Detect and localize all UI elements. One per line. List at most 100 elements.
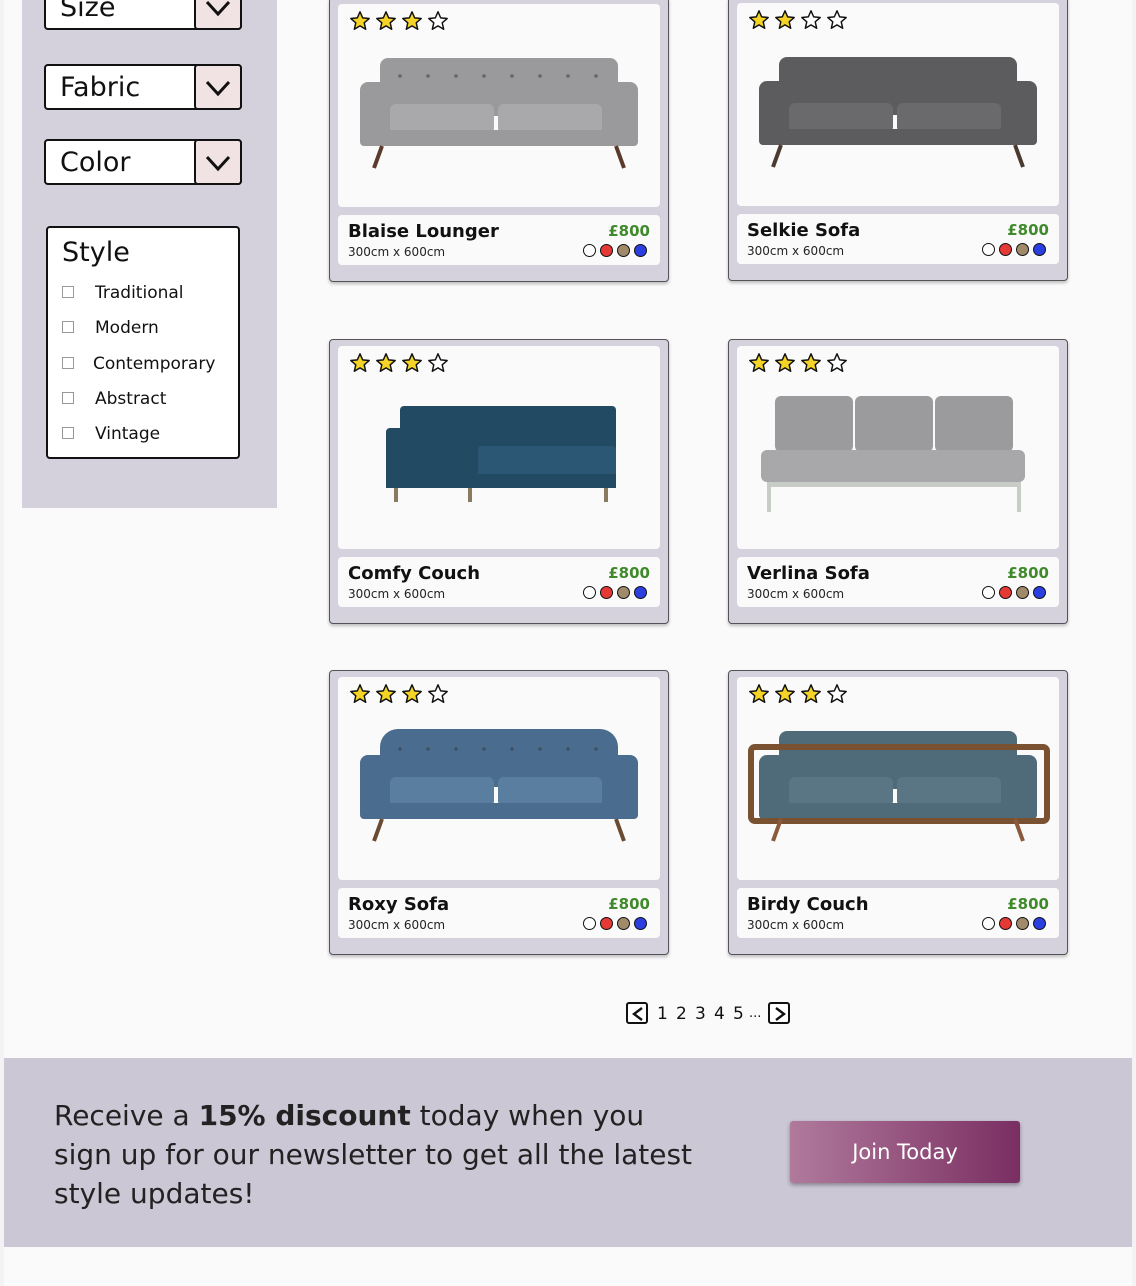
- color-swatch[interactable]: [600, 244, 613, 257]
- product-dimensions: 300cm x 600cm: [747, 918, 845, 932]
- prev-page-button[interactable]: [626, 1002, 648, 1024]
- star-filled-icon: [376, 684, 396, 703]
- product-image[interactable]: [737, 346, 1059, 549]
- product-card[interactable]: Roxy Sofa 300cm x 600cm £800: [329, 670, 669, 955]
- color-swatch[interactable]: [583, 917, 596, 930]
- color-swatches: [583, 244, 651, 258]
- color-swatch[interactable]: [1016, 586, 1029, 599]
- color-swatch[interactable]: [999, 586, 1012, 599]
- color-swatch[interactable]: [1033, 243, 1046, 256]
- product-card[interactable]: Selkie Sofa 300cm x 600cm £800: [728, 0, 1068, 281]
- color-swatch[interactable]: [1016, 243, 1029, 256]
- page-link-1[interactable]: 1: [657, 1003, 668, 1025]
- chevron-down-icon: [205, 0, 231, 17]
- product-name[interactable]: Birdy Couch: [747, 893, 869, 917]
- color-swatch[interactable]: [982, 586, 995, 599]
- product-name[interactable]: Verlina Sofa: [747, 562, 870, 586]
- page-link-3[interactable]: 3: [695, 1003, 706, 1025]
- product-image[interactable]: [338, 346, 660, 549]
- color-swatch[interactable]: [982, 243, 995, 256]
- product-name[interactable]: Roxy Sofa: [348, 893, 449, 917]
- size-dropdown-label: Size: [60, 0, 116, 23]
- product-dimensions: 300cm x 600cm: [747, 244, 845, 258]
- checkbox[interactable]: [62, 392, 74, 404]
- color-swatch[interactable]: [1033, 586, 1046, 599]
- color-swatch[interactable]: [617, 244, 630, 257]
- product-price: £800: [1007, 895, 1049, 913]
- checkbox[interactable]: [62, 427, 74, 439]
- checkbox[interactable]: [62, 286, 74, 298]
- color-swatch[interactable]: [583, 586, 596, 599]
- color-swatch[interactable]: [634, 244, 647, 257]
- star-filled-icon: [749, 684, 769, 703]
- color-dropdown[interactable]: Color: [44, 139, 242, 185]
- product-name[interactable]: Comfy Couch: [348, 562, 480, 586]
- star-filled-icon: [376, 353, 396, 372]
- color-swatch[interactable]: [999, 243, 1012, 256]
- size-dropdown[interactable]: Size: [44, 0, 242, 30]
- sofa-image: [748, 731, 1050, 842]
- product-card[interactable]: Birdy Couch 300cm x 600cm £800: [728, 670, 1068, 955]
- star-empty-icon: [428, 11, 448, 30]
- next-page-button[interactable]: [768, 1002, 790, 1024]
- color-swatch[interactable]: [617, 917, 630, 930]
- star-filled-icon: [775, 353, 795, 372]
- star-filled-icon: [402, 11, 422, 30]
- fabric-dropdown[interactable]: Fabric: [44, 64, 242, 110]
- color-swatch[interactable]: [600, 586, 613, 599]
- checkbox[interactable]: [62, 321, 74, 333]
- filter-sidebar: Size Fabric Color Style Traditional Mode…: [22, 0, 277, 508]
- star-empty-icon: [827, 10, 847, 29]
- color-swatch[interactable]: [617, 586, 630, 599]
- star-filled-icon: [402, 684, 422, 703]
- star-filled-icon: [376, 11, 396, 30]
- style-option-label: Modern: [95, 318, 159, 338]
- product-card[interactable]: Comfy Couch 300cm x 600cm £800: [329, 339, 669, 624]
- star-empty-icon: [428, 353, 448, 372]
- color-swatch[interactable]: [1033, 917, 1046, 930]
- color-swatch[interactable]: [999, 917, 1012, 930]
- color-swatch[interactable]: [982, 917, 995, 930]
- color-swatch[interactable]: [600, 917, 613, 930]
- sofa-image: [386, 406, 616, 502]
- color-swatch[interactable]: [1016, 917, 1029, 930]
- page-link-4[interactable]: 4: [714, 1003, 725, 1025]
- color-swatch[interactable]: [634, 917, 647, 930]
- product-info: Verlina Sofa 300cm x 600cm £800: [737, 557, 1059, 607]
- star-filled-icon: [801, 353, 821, 372]
- size-dropdown-toggle[interactable]: [194, 0, 242, 30]
- star-filled-icon: [775, 10, 795, 29]
- style-option-label: Contemporary: [93, 354, 216, 374]
- product-dimensions: 300cm x 600cm: [747, 587, 845, 601]
- checkbox[interactable]: [62, 357, 74, 369]
- join-today-button[interactable]: Join Today: [790, 1121, 1020, 1183]
- color-dropdown-label: Color: [60, 147, 131, 178]
- star-filled-icon: [749, 353, 769, 372]
- page-link-2[interactable]: 2: [676, 1003, 687, 1025]
- page-ellipsis: ...: [749, 1006, 762, 1021]
- product-dimensions: 300cm x 600cm: [348, 918, 446, 932]
- product-name[interactable]: Blaise Lounger: [348, 220, 499, 244]
- color-dropdown-toggle[interactable]: [194, 139, 242, 185]
- product-price: £800: [608, 564, 650, 582]
- product-image[interactable]: [338, 677, 660, 880]
- product-name[interactable]: Selkie Sofa: [747, 219, 860, 243]
- product-info: Blaise Lounger 300cm x 600cm £800: [338, 215, 660, 265]
- sofa-image: [360, 729, 638, 842]
- color-swatch[interactable]: [634, 586, 647, 599]
- color-swatch[interactable]: [583, 244, 596, 257]
- product-image[interactable]: [737, 677, 1059, 880]
- newsletter-banner: Receive a 15% discount today when you si…: [4, 1058, 1132, 1247]
- star-filled-icon: [350, 11, 370, 30]
- product-card[interactable]: Blaise Lounger 300cm x 600cm £800: [329, 0, 669, 282]
- color-swatches: [583, 586, 651, 600]
- star-empty-icon: [827, 684, 847, 703]
- product-price: £800: [608, 895, 650, 913]
- product-image[interactable]: [737, 3, 1059, 206]
- star-empty-icon: [801, 10, 821, 29]
- product-card[interactable]: Verlina Sofa 300cm x 600cm £800: [728, 339, 1068, 624]
- fabric-dropdown-toggle[interactable]: [194, 64, 242, 110]
- style-option-label: Traditional: [95, 283, 184, 303]
- page-link-5[interactable]: 5: [733, 1003, 744, 1025]
- product-image[interactable]: [338, 4, 660, 207]
